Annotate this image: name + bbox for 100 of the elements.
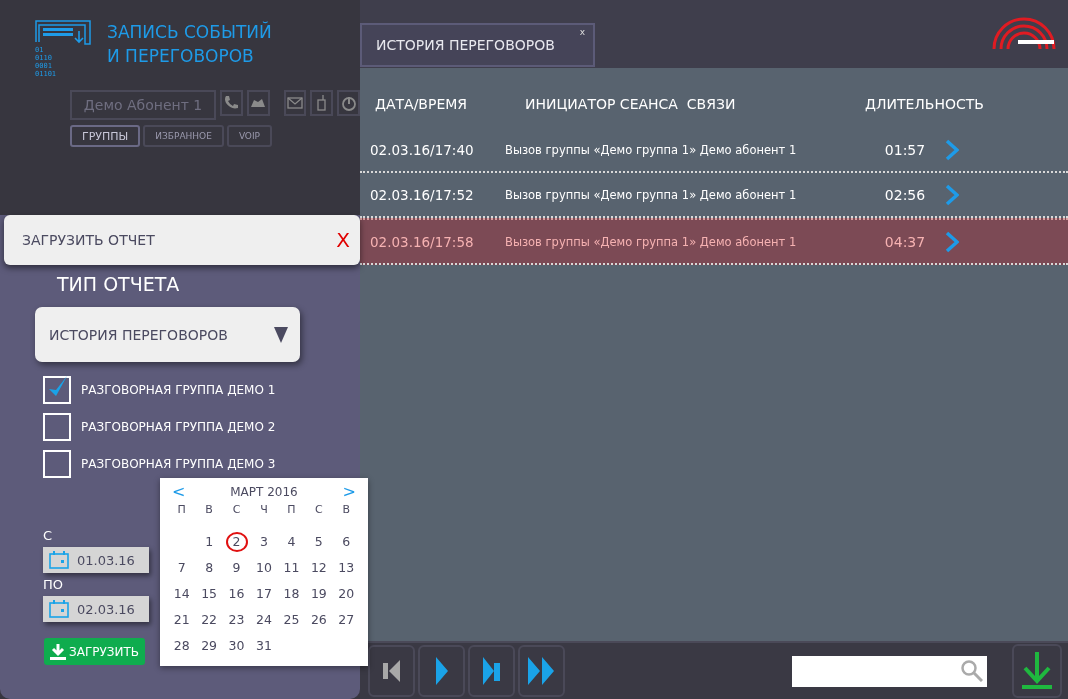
calendar-day[interactable]: 24 (253, 610, 275, 630)
calendar-day[interactable]: 27 (335, 610, 358, 630)
table-cell-text: Вызов группы «Демо группа 1» Демо абонент 1 (505, 187, 798, 202)
column-header: ИНИЦИАТОР СЕАНСА СВЯЗИ (525, 96, 737, 114)
logo-icon (35, 20, 93, 46)
fast-forward-button[interactable] (518, 645, 565, 697)
table-row[interactable]: 02.03.16/17:58 Вызов группы «Демо группа 1» Демо абонент 1 04:37 (360, 218, 1068, 265)
weekday-label: В (204, 503, 214, 516)
mail-icon (287, 95, 303, 111)
report-type-label: ТИП ОТЧЕТА (57, 273, 181, 295)
nav-tab[interactable]: ГРУППЫ (70, 125, 141, 147)
document-tab[interactable]: ИСТОРИЯ ПЕРЕГОВОРОВ x (360, 23, 595, 67)
calendar-day[interactable]: 11 (280, 558, 303, 578)
group-label: РАЗГОВОРНАЯ ГРУППА ДЕМО 2 (81, 420, 276, 434)
download-icon (1020, 652, 1054, 690)
dropdown-arrow-icon (274, 326, 288, 343)
calendar-day[interactable]: 22 (198, 610, 221, 630)
calendar-day[interactable]: 7 (170, 558, 193, 578)
group-label: РАЗГОВОРНАЯ ГРУППА ДЕМО 3 (81, 457, 276, 471)
download-icon (50, 643, 66, 660)
weekday-label: П (176, 503, 187, 516)
skip-back-button[interactable] (368, 645, 415, 697)
step-forward-button[interactable] (468, 645, 515, 697)
table-cell-text: Вызов группы «Демо группа 1» Демо абонент 1 (505, 234, 798, 249)
search-field[interactable] (792, 655, 987, 687)
power-icon (340, 95, 357, 111)
calendar-day[interactable]: 29 (198, 636, 221, 656)
calendar-day[interactable]: 13 (335, 558, 358, 578)
from-label: С (43, 528, 53, 543)
table-cell-text: 02.03.16/17:40 (370, 141, 475, 158)
app-title: ЗАПИСЬ СОБЫТИЙ (107, 20, 272, 44)
calendar-day[interactable]: 26 (307, 610, 330, 630)
table-cell-text: 02:56 (883, 186, 927, 203)
table-cell-text: 01:57 (883, 141, 927, 158)
calendar-icon (49, 600, 69, 618)
chevron-right-icon (945, 230, 959, 253)
to-label: ПО (43, 577, 63, 592)
calendar-day[interactable]: 23 (225, 610, 248, 630)
weekday-label: С (314, 503, 324, 516)
calendar-day[interactable]: 12 (307, 558, 330, 578)
play-icon (435, 657, 448, 685)
chevron-right-icon (945, 138, 959, 161)
calendar-day[interactable]: 6 (335, 532, 358, 552)
close-button[interactable]: X (336, 228, 350, 252)
column-header: ДЛИТЕЛЬНОСТЬ (865, 96, 985, 114)
dialog-title: ЗАГРУЗИТЬ ОТЧЕТ (22, 232, 155, 248)
table-cell-text: 02.03.16/17:52 (370, 186, 475, 203)
calendar-day[interactable]: 31 (253, 636, 275, 656)
handset-button[interactable] (310, 90, 334, 116)
calendar-day[interactable]: 30 (225, 636, 248, 656)
phone-button[interactable] (220, 90, 243, 116)
calendar-day[interactable]: 14 (170, 584, 193, 604)
skip-back-icon (382, 660, 401, 682)
calendar-day[interactable]: 28 (170, 636, 193, 656)
phone-icon (223, 95, 240, 111)
table-cell-text: 02.03.16/17:58 (370, 233, 475, 250)
calendar-day[interactable]: 5 (307, 532, 330, 552)
date-field[interactable]: 02.03.16 (43, 596, 149, 622)
weekday-label: П (286, 503, 297, 516)
checkbox[interactable] (43, 376, 71, 404)
calendar-day[interactable]: 1 (198, 532, 221, 552)
calendar-day[interactable]: 25 (280, 610, 303, 630)
calendar-day[interactable]: 2 (225, 532, 248, 552)
weekday-label: В (341, 503, 352, 516)
calendar-day[interactable]: 9 (225, 558, 248, 578)
calendar-day[interactable]: 8 (198, 558, 221, 578)
nav-tab[interactable]: VOIP (226, 125, 273, 147)
calendar-day[interactable]: 19 (307, 584, 330, 604)
report-type-dropdown[interactable]: ИСТОРИЯ ПЕРЕГОВОРОВ (35, 307, 300, 362)
map-button[interactable] (246, 90, 270, 116)
calendar-day[interactable]: 18 (280, 584, 303, 604)
download-button[interactable] (1012, 644, 1062, 698)
table-cell-text: Вызов группы «Демо группа 1» Демо абонент 1 (505, 142, 798, 157)
arcs-logo-icon (990, 17, 1058, 51)
step-forward-icon (482, 657, 501, 685)
calendar-month: МАРТ 2016 (230, 484, 298, 499)
calendar-day[interactable]: 21 (170, 610, 193, 630)
calendar-day[interactable]: 3 (253, 532, 275, 552)
chevron-right-icon (945, 183, 959, 206)
mail-button[interactable] (283, 90, 307, 116)
table-row[interactable]: 02.03.16/17:40 Вызов группы «Демо группа 1» Демо абонент 1 01:57 (360, 128, 1068, 173)
date-field[interactable]: 01.03.16 (43, 547, 149, 573)
calendar-day[interactable]: 10 (253, 558, 275, 578)
calendar-day[interactable]: 16 (225, 584, 248, 604)
tab-close-button[interactable]: x (579, 27, 585, 37)
checkbox[interactable] (43, 413, 71, 441)
group-label: РАЗГОВОРНАЯ ГРУППА ДЕМО 1 (81, 383, 276, 397)
column-header: ДАТА/ВРЕМЯ (375, 96, 469, 114)
checkbox[interactable] (43, 450, 71, 478)
calendar-day[interactable]: 20 (335, 584, 358, 604)
play-button[interactable] (418, 645, 465, 697)
calendar-icon (49, 551, 69, 569)
table-cell-text: 04:37 (883, 233, 927, 250)
calendar-day[interactable]: 15 (198, 584, 221, 604)
weekday-label: Ч (259, 503, 269, 516)
app-title: И ПЕРЕГОВОРОВ (107, 45, 255, 68)
power-button[interactable] (337, 90, 360, 116)
nav-tab[interactable]: ИЗБРАННОЕ (143, 125, 224, 147)
calendar-day[interactable]: 17 (253, 584, 275, 604)
calendar-day[interactable]: 4 (280, 532, 303, 552)
